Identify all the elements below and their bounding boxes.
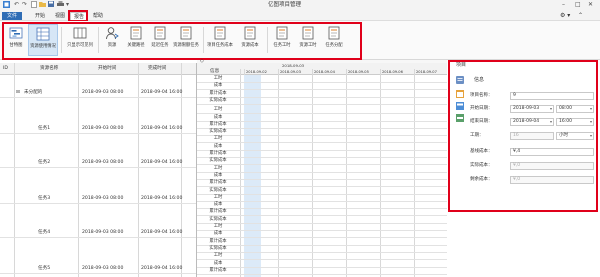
expand-toggle-icon[interactable]: ⊟ — [16, 90, 20, 96]
gantt-row-label: 成本 — [213, 143, 223, 149]
menu-file[interactable]: 文件 — [2, 12, 22, 20]
panel-highlight — [448, 60, 598, 212]
menu-bar: 文件 开始 视图 报告 帮助 ⚙ ▾ ⌃ — [0, 11, 600, 21]
col-header-end[interactable]: 完成时间 — [148, 66, 166, 72]
end-time-cell[interactable]: 2018-09-04 16:00 — [141, 160, 182, 166]
menu-help[interactable]: 帮助 — [90, 12, 106, 20]
gantt-row-label: 实际成本 — [209, 158, 227, 164]
gantt-date-header: 2018-09-05 — [348, 70, 369, 74]
resource-name-cell[interactable]: 任务2 — [38, 160, 50, 166]
gantt-row-label: 累计成本 — [209, 180, 227, 186]
gantt-row-label: 累计成本 — [209, 151, 227, 156]
end-time-cell[interactable]: 2018-09-04 16:00 — [141, 230, 182, 236]
gantt-row-label: 实际成本 — [209, 216, 227, 222]
gantt-row-label: 成本 — [213, 231, 223, 237]
col-header-start[interactable]: 开始时间 — [98, 66, 116, 72]
gantt-row-label: 工时 — [213, 194, 223, 200]
app-logo-icon — [3, 1, 10, 9]
end-time-cell[interactable]: 2018-09-04 16:00 — [141, 266, 182, 272]
gantt-row-label: 成本 — [213, 172, 223, 178]
gantt-row-label: 工时 — [213, 107, 223, 113]
resource-name-cell[interactable]: 任务3 — [38, 196, 50, 202]
start-time-cell[interactable]: 2018-09-03 08:00 — [82, 160, 123, 166]
gantt-row-label: 工时 — [213, 224, 223, 229]
gantt-row-label: 累计成本 — [209, 90, 227, 96]
gantt-row-label: 成本 — [213, 83, 223, 89]
window-title: 亿图项目管理 — [268, 2, 302, 8]
new-file-icon[interactable] — [31, 1, 37, 9]
gantt-row-label: 成本 — [213, 114, 223, 120]
gantt-date-header: 2018-09-06 — [382, 70, 403, 74]
gantt-row-label: 工时 — [213, 136, 223, 142]
gantt-row-label: 实际成本 — [209, 187, 227, 193]
start-time-cell[interactable]: 2018-09-03 08:00 — [82, 90, 123, 96]
print-icon[interactable] — [57, 1, 64, 9]
gantt-date-header: 2018-09-03 — [280, 70, 301, 74]
gantt-row-label: 累计成本 — [209, 238, 227, 244]
gantt-date-header: 2018-09-04 — [314, 70, 335, 74]
gantt-row-label: 工时 — [213, 165, 223, 171]
menu-view[interactable]: 视图 — [52, 12, 68, 20]
gantt-row-label: 实际成本 — [209, 245, 227, 251]
menu-start[interactable]: 开始 — [32, 12, 48, 20]
quick-access-dropdown-icon[interactable]: ▾ — [66, 1, 69, 9]
ribbon-highlight — [2, 22, 362, 60]
open-file-icon[interactable] — [39, 1, 46, 9]
resource-name-cell[interactable]: 任务4 — [38, 230, 50, 236]
undo-icon[interactable]: ↶ — [14, 1, 19, 9]
maximize-icon[interactable]: □ — [575, 0, 581, 10]
end-time-cell[interactable]: 2018-09-04 16:00 — [141, 90, 182, 96]
collapse-ribbon-icon[interactable]: ⌃ — [578, 12, 583, 20]
end-time-cell[interactable]: 2018-09-04 16:00 — [141, 126, 182, 132]
col-header-resource-name[interactable]: 资源名称 — [40, 66, 58, 72]
gantt-date-header: 2018-09-07 — [416, 70, 437, 74]
gantt-row-label: 工时 — [213, 76, 223, 81]
gantt-row-label: 工时 — [213, 253, 223, 259]
redo-icon[interactable]: ↷ — [22, 1, 27, 9]
settings-gear-icon[interactable]: ⚙ ▾ — [560, 12, 570, 20]
resource-name-cell[interactable]: 未分配的 — [24, 90, 42, 96]
today-column-highlight — [244, 75, 261, 277]
start-time-cell[interactable]: 2018-09-03 08:00 — [82, 196, 123, 202]
start-time-cell[interactable]: 2018-09-03 08:00 — [82, 230, 123, 236]
col-header-id[interactable]: ID — [3, 66, 8, 72]
start-time-cell[interactable]: 2018-09-03 08:00 — [82, 126, 123, 132]
gantt-row-label: 累计成本 — [209, 121, 227, 127]
gantt-row-label: 累计成本 — [209, 209, 227, 215]
gantt-row-label: 累计成本 — [209, 267, 227, 273]
save-icon[interactable] — [48, 1, 54, 9]
gantt-row-label: 实际成本 — [209, 129, 227, 135]
gantt-row-label: 实际成本 — [209, 97, 227, 103]
minimize-icon[interactable]: – — [562, 0, 565, 10]
title-bar: ↶ ↷ ▾ 亿图项目管理 – □ ✕ — [0, 0, 600, 11]
gantt-row-label: 成本 — [213, 202, 223, 208]
start-time-cell[interactable]: 2018-09-03 08:00 — [82, 266, 123, 272]
close-icon[interactable]: ✕ — [588, 0, 593, 10]
end-time-cell[interactable]: 2018-09-04 16:00 — [141, 196, 182, 202]
gantt-row-label: 成本 — [213, 260, 223, 266]
resource-name-cell[interactable]: 任务1 — [38, 126, 50, 132]
resource-name-cell[interactable]: 任务5 — [38, 266, 50, 272]
